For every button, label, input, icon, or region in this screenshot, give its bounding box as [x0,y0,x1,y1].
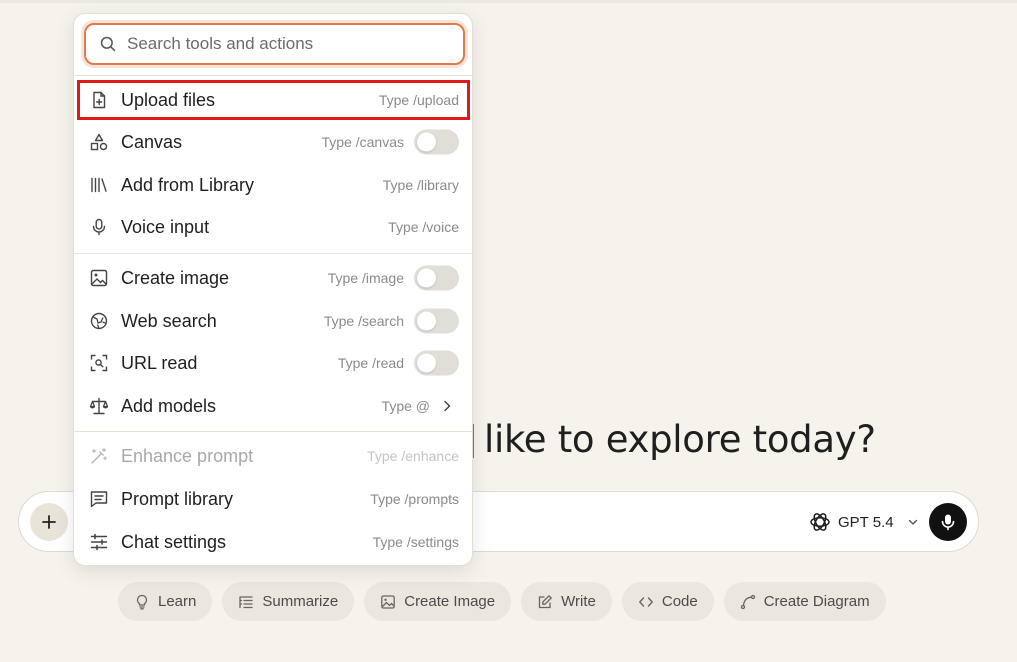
chip-learn[interactable]: Learn [118,582,213,621]
microphone-icon [89,217,109,237]
microphone-icon [941,514,955,531]
welcome-headline: like to explore today? [440,418,876,461]
globe-icon [89,311,109,331]
menu-item-canvas[interactable]: Canvas Type /canvas [77,122,470,162]
chip-write[interactable]: Write [521,582,612,621]
menu-item-add-models[interactable]: Add models Type @ [77,386,470,426]
model-label: GPT 5.4 [838,513,894,531]
chip-create-image[interactable]: Create Image [364,582,512,621]
menu-item-web-search[interactable]: Web search Type /search [77,301,470,341]
sliders-icon [89,532,109,552]
menu-item-upload-files[interactable]: Upload files Type /upload [77,80,470,120]
menu-item-label: Create image [121,267,230,288]
menu-item-shortcut: Type /voice [388,219,459,235]
image-icon [89,268,109,288]
chip-code[interactable]: Code [621,582,714,621]
menu-item-label: Upload files [121,89,216,110]
tools-search-box [84,23,465,65]
menu-divider [74,431,472,432]
add-attachment-button[interactable] [30,503,68,541]
message-lines-icon [89,489,109,509]
voice-mic-button[interactable] [929,503,967,541]
menu-item-shortcut: Type /image [327,270,404,286]
tools-search-input[interactable] [127,34,447,54]
menu-item-shortcut: Type /settings [372,534,459,550]
chip-summarize[interactable]: Summarize [222,582,355,621]
menu-item-label: Chat settings [121,531,227,552]
tools-actions-menu: Upload files Type /upload Canvas Type /c… [73,13,473,566]
web-search-toggle[interactable] [414,308,459,334]
menu-item-add-from-library[interactable]: Add from Library Type /library [77,165,470,205]
image-icon [381,594,396,609]
menu-item-shortcut: Type /enhance [367,448,459,464]
menu-item-shortcut: Type /upload [378,92,459,108]
menu-item-enhance-prompt[interactable]: Enhance prompt Type /enhance [77,436,470,476]
plus-icon [42,515,56,529]
menu-item-url-read[interactable]: URL read Type /read [77,343,470,383]
chip-label: Create Diagram [763,593,870,610]
menu-divider [74,75,472,76]
menu-item-shortcut: Type /read [337,355,404,371]
menu-item-chat-settings[interactable]: Chat settings Type /settings [77,522,470,562]
model-selector[interactable]: GPT 5.4 [808,508,920,536]
menu-item-label: Add models [121,395,217,416]
menu-item-voice-input[interactable]: Voice input Type /voice [77,207,470,247]
menu-item-label: Web search [121,310,217,331]
url-read-toggle[interactable] [414,350,459,376]
lightbulb-icon [136,594,148,609]
chip-label: Code [661,593,698,610]
chip-label: Learn [158,593,197,610]
menu-item-shortcut: Type /prompts [370,491,459,507]
menu-item-label: Voice input [121,216,210,237]
search-icon [100,36,116,52]
chevron-down-icon [908,519,917,525]
top-border [0,0,1017,3]
scan-link-icon [89,353,109,373]
menu-item-shortcut: Type /canvas [321,134,405,150]
suggestion-chips: Learn Summarize Create Image Write Code [118,582,886,621]
library-icon [89,175,109,195]
headline-text: like to explore today? [484,418,876,461]
list-indent-icon [239,595,254,608]
shapes-icon [89,132,109,152]
menu-item-shortcut: Type /search [323,313,404,329]
chip-label: Summarize [262,593,339,610]
scale-icon [89,396,109,416]
chevron-right-icon [444,400,451,412]
menu-item-label: Enhance prompt [121,445,254,466]
canvas-toggle[interactable] [414,129,459,155]
chip-label: Write [561,593,596,610]
chip-create-diagram[interactable]: Create Diagram [723,582,886,621]
menu-item-label: URL read [121,352,198,373]
openai-logo-icon [810,513,830,531]
file-plus-icon [89,90,109,110]
menu-item-prompt-library[interactable]: Prompt library Type /prompts [77,479,470,519]
menu-divider [74,253,472,254]
code-brackets-icon [638,596,653,607]
menu-item-label: Canvas [121,131,183,152]
menu-item-shortcut: Type @ [381,398,430,414]
create-image-toggle[interactable] [414,265,459,291]
pencil-square-icon [538,594,552,608]
magic-wand-icon [89,446,109,466]
chip-label: Create Image [404,593,496,610]
menu-item-create-image[interactable]: Create image Type /image [77,258,470,298]
menu-item-label: Add from Library [121,174,255,195]
curve-icon [740,594,755,609]
menu-item-label: Prompt library [121,488,234,509]
menu-item-shortcut: Type /library [382,177,459,193]
